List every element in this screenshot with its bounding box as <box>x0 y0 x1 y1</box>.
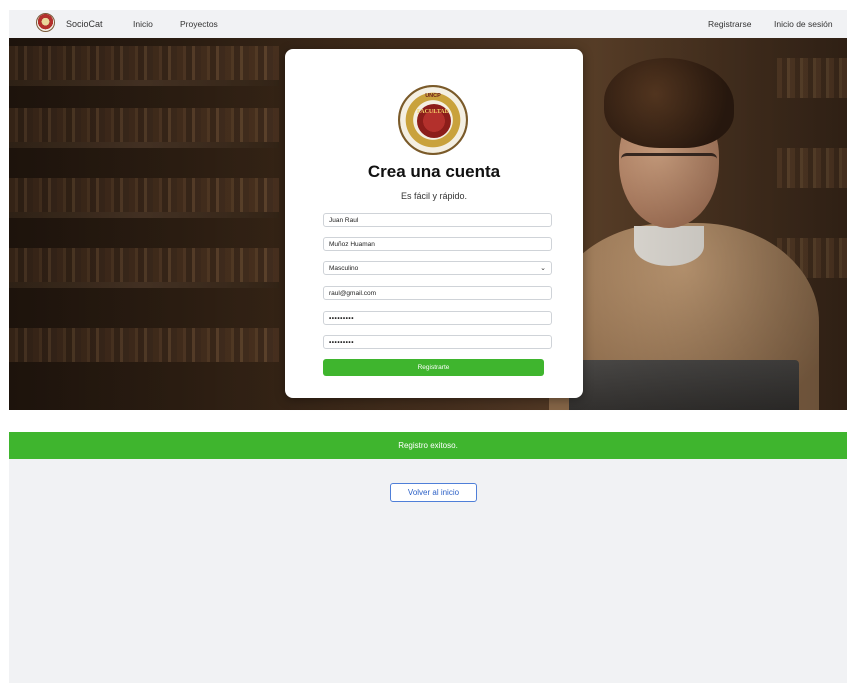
confirm-password-input[interactable]: ••••••••• <box>323 335 552 349</box>
gender-select[interactable]: Masculino ⌄ <box>323 261 552 275</box>
password-input[interactable]: ••••••••• <box>323 311 552 325</box>
top-navbar: SocioCat Inicio Proyectos Registrarse In… <box>9 10 847 38</box>
first-name-input[interactable]: Juan Raul <box>323 213 552 227</box>
first-name-value: Juan Raul <box>329 216 359 224</box>
last-name-value: Muñoz Huaman <box>329 240 375 248</box>
bottom-section: Volver al inicio <box>9 459 847 683</box>
brand-name[interactable]: SocioCat <box>66 19 103 29</box>
nav-link-registrarse[interactable]: Registrarse <box>708 19 751 29</box>
university-logo-icon: UNCP FACULTAD <box>398 85 468 155</box>
nav-link-inicio[interactable]: Inicio <box>133 19 153 29</box>
logo-text-top: UNCP <box>425 93 441 99</box>
gender-value: Masculino <box>329 264 359 272</box>
nav-link-login[interactable]: Inicio de sesión <box>774 19 833 29</box>
success-alert: Registro exitoso. <box>9 432 847 459</box>
chevron-down-icon: ⌄ <box>540 265 546 272</box>
last-name-input[interactable]: Muñoz Huaman <box>323 237 552 251</box>
page-subtitle: Es fácil y rápido. <box>400 191 468 201</box>
nav-link-proyectos[interactable]: Proyectos <box>180 19 218 29</box>
password-value: ••••••••• <box>329 314 354 322</box>
back-to-home-button[interactable]: Volver al inicio <box>390 483 477 502</box>
email-value: raul@gmail.com <box>329 289 377 297</box>
register-button[interactable]: Registrarte <box>323 359 544 376</box>
page-title: Crea una cuenta <box>367 162 501 181</box>
confirm-password-value: ••••••••• <box>329 338 354 346</box>
email-input[interactable]: raul@gmail.com <box>323 286 552 300</box>
logo-text-mid: FACULTAD <box>417 109 449 115</box>
success-message: Registro exitoso. <box>398 441 458 450</box>
brand-logo-icon[interactable] <box>36 13 55 32</box>
register-card: UNCP FACULTAD Crea una cuenta Es fácil y… <box>285 49 583 398</box>
